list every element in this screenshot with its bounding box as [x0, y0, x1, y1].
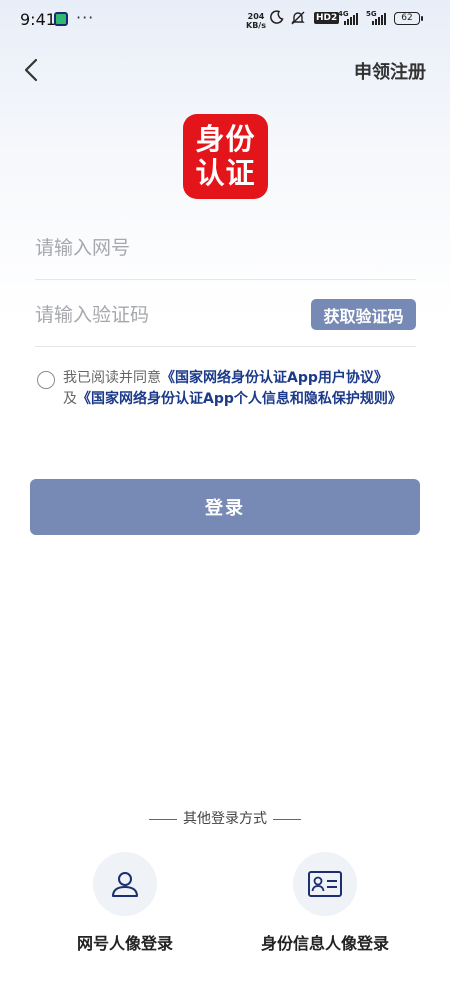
status-time: 9:41 — [20, 10, 56, 29]
privacy-policy-link[interactable]: 《国家网络身份认证App个人信息和隐私保护规则》 — [77, 391, 402, 407]
id-face-login-label[interactable]: 身份信息人像登录 — [250, 930, 400, 954]
speed-unit: KB/s — [246, 21, 266, 30]
agreement-checkbox[interactable] — [37, 371, 55, 389]
face-login-label[interactable]: 网号人像登录 — [50, 930, 200, 954]
divider-right — [273, 818, 301, 820]
other-login-title-text: 其他登录方式 — [183, 811, 267, 827]
speed-value: 204 — [247, 12, 265, 21]
person-icon — [112, 872, 138, 897]
back-button[interactable] — [18, 55, 48, 85]
register-link[interactable]: 申领注册 — [354, 58, 426, 84]
agreement-connector: 及 — [63, 391, 77, 407]
divider-left — [149, 818, 177, 820]
user-agreement-link[interactable]: 《国家网络身份认证App用户协议》 — [161, 370, 388, 386]
agreement-text: 我已阅读并同意《国家网络身份认证App用户协议》 及《国家网络身份认证App个人… — [63, 368, 413, 410]
signal-icon-2 — [372, 12, 386, 25]
network-speed: 204 KB/s — [246, 12, 266, 30]
hd-voice-icon: HD2 — [314, 12, 340, 24]
account-field-row — [35, 216, 416, 280]
id-face-login-icon-circle[interactable] — [293, 852, 357, 916]
face-login-icon-circle[interactable] — [93, 852, 157, 916]
id-face-login-option[interactable]: 身份信息人像登录 — [250, 852, 400, 954]
logo-text-line2: 认证 — [195, 156, 256, 190]
get-code-button[interactable]: 获取验证码 — [311, 299, 416, 330]
more-notifications-icon: ··· — [76, 8, 95, 27]
other-login-title: 其他登录方式 — [0, 808, 450, 828]
status-bar: 9:41 ··· 204 KB/s HD2 4G 5G 62 — [0, 0, 450, 40]
app-notification-icon — [54, 12, 68, 26]
mute-icon — [291, 11, 305, 25]
signal-icon-1 — [344, 12, 358, 25]
agreement-prefix: 我已阅读并同意 — [63, 370, 161, 386]
do-not-disturb-icon — [270, 10, 284, 24]
battery-icon: 62 — [394, 12, 423, 25]
app-logo: 身份 认证 — [183, 114, 268, 199]
face-login-option[interactable]: 网号人像登录 — [50, 852, 200, 954]
login-button[interactable]: 登录 — [30, 479, 420, 535]
id-card-icon — [308, 871, 342, 897]
account-input[interactable] — [35, 216, 295, 280]
verification-code-input[interactable] — [35, 283, 295, 347]
logo-text-line1: 身份 — [195, 122, 256, 156]
code-field-row: 获取验证码 — [35, 283, 416, 347]
